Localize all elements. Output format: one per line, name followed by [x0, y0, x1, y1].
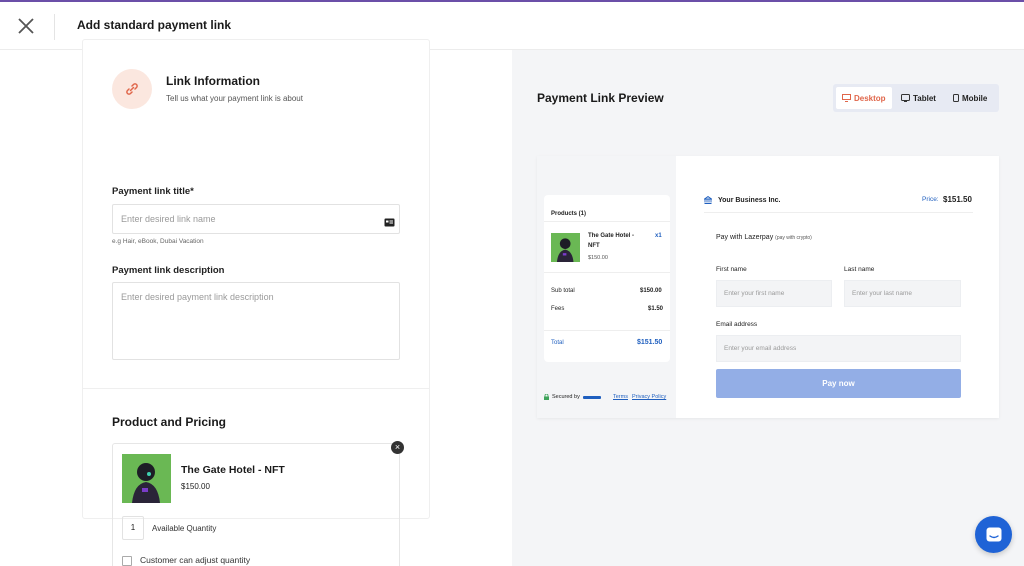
preview-total-label: Total	[551, 340, 564, 346]
tab-desktop-label: Desktop	[854, 93, 886, 103]
adjust-quantity-checkbox[interactable]	[122, 556, 132, 566]
quantity-input[interactable]: 1	[122, 516, 144, 540]
chat-button[interactable]	[975, 516, 1012, 553]
link-description-input[interactable]	[112, 282, 400, 360]
preview-secured-label: Secured by	[552, 394, 580, 400]
section-divider	[83, 388, 429, 389]
email-field[interactable]: Enter your email address	[716, 335, 961, 362]
page-title: Add standard payment link	[77, 18, 232, 32]
preview-price-value: $151.50	[943, 195, 972, 204]
tab-mobile-label: Mobile	[962, 93, 988, 103]
link-icon	[112, 69, 152, 109]
title-hint: e.g Hair, eBook, Dubai Vacation	[112, 238, 204, 245]
preview-divider	[544, 272, 670, 273]
remove-product-icon[interactable]: ×	[391, 441, 404, 454]
preview-products-header: Products (1)	[551, 211, 587, 217]
preview-secured: Secured by	[544, 394, 601, 400]
card-icon	[384, 214, 395, 227]
bank-icon	[704, 196, 712, 204]
title-label: Payment link title*	[112, 186, 194, 197]
link-info-title: Link Information	[166, 74, 260, 88]
quantity-label: Available Quantity	[152, 524, 217, 533]
product-image	[122, 454, 171, 503]
tab-tablet-label: Tablet	[913, 93, 936, 103]
tab-mobile[interactable]: Mobile	[953, 87, 987, 109]
last-name-label: Last name	[844, 266, 875, 273]
preview-business: Your Business Inc.	[704, 196, 781, 204]
pay-now-button[interactable]: Pay now	[716, 369, 961, 398]
preview-item-qty: x1	[655, 233, 662, 239]
tab-tablet[interactable]: Tablet	[901, 87, 936, 109]
preview-subtotal-value: $150.00	[640, 288, 662, 294]
link-info-subtitle: Tell us what your payment link is about	[166, 94, 303, 103]
email-label: Email address	[716, 321, 758, 328]
preview-product-image	[551, 233, 580, 262]
preview-divider	[544, 330, 670, 331]
first-name-label: First name	[716, 266, 747, 273]
lock-icon	[544, 394, 549, 400]
preview-title: Payment Link Preview	[537, 91, 664, 105]
preview-item-name-1: The Gate Hotel -	[588, 233, 635, 239]
close-icon[interactable]	[14, 14, 38, 38]
preview-subtotal-label: Sub total	[551, 288, 575, 294]
adjust-quantity-label: Customer can adjust quantity	[140, 555, 251, 565]
preview-item-price: $150.00	[588, 255, 608, 261]
preview-privacy-link[interactable]: Privacy Policy	[632, 394, 666, 400]
desktop-icon	[842, 94, 851, 102]
last-name-field[interactable]: Enter your last name	[844, 280, 961, 307]
preview-divider	[704, 212, 973, 213]
preview-pay-with-label: Pay with Lazerpay	[716, 234, 774, 241]
product-price: $150.00	[181, 482, 210, 491]
preview-total-value: $151.50	[637, 339, 663, 346]
description-label: Payment link description	[112, 265, 225, 276]
brand-logo-icon	[582, 395, 601, 399]
preview-price-label: Price:	[922, 196, 939, 203]
product-pricing-title: Product and Pricing	[112, 415, 227, 429]
tab-desktop[interactable]: Desktop	[836, 87, 892, 109]
preview-pay-with-sub: (pay with crypto)	[775, 235, 812, 241]
product-name: The Gate Hotel - NFT	[181, 464, 285, 476]
preview-terms-link[interactable]: Terms	[613, 394, 628, 400]
first-name-field[interactable]: Enter your first name	[716, 280, 832, 307]
preview-fees-label: Fees	[551, 306, 565, 312]
preview-item-name-2: NFT	[588, 243, 600, 249]
preview-business-name: Your Business Inc.	[718, 196, 781, 204]
preview-divider	[544, 221, 670, 222]
chat-icon	[986, 527, 1001, 541]
topbar-divider	[54, 14, 55, 40]
mobile-icon	[953, 94, 959, 102]
preview-pay-with: Pay with Lazerpay (pay with crypto)	[716, 234, 812, 241]
preview-fees-value: $1.50	[648, 306, 664, 312]
link-title-input[interactable]	[112, 204, 400, 234]
tablet-icon	[901, 94, 910, 102]
